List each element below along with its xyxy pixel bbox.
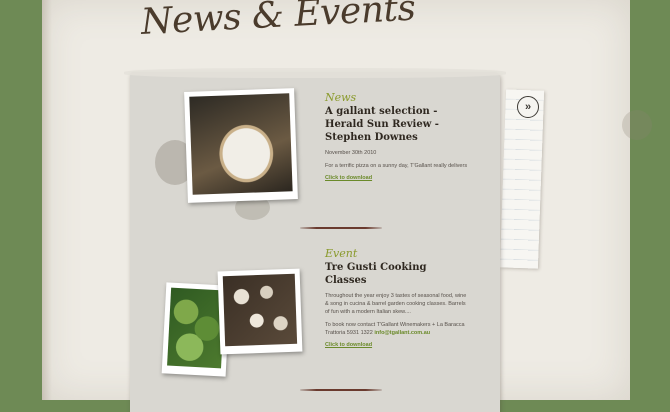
section-divider <box>300 389 382 391</box>
item-body: Throughout the year enjoy 3 tastes of se… <box>325 293 467 315</box>
item-date: November 30th 2010 <box>325 150 377 156</box>
download-link[interactable]: Click to download <box>325 342 470 348</box>
item-category: Event <box>325 247 358 260</box>
food-image <box>189 93 293 195</box>
news-item: News A gallant selection - Herald Sun Re… <box>325 91 470 181</box>
news-photo <box>184 88 298 203</box>
download-link[interactable]: Click to download <box>325 175 470 181</box>
event-item: Event Tre Gusti Cooking Classes Througho… <box>325 247 470 348</box>
item-category: News <box>325 91 357 104</box>
next-page-button[interactable]: » <box>517 96 539 118</box>
item-body: For a terrific pizza on a sunny day, T'G… <box>325 163 468 169</box>
item-title[interactable]: A gallant selection - Herald Sun Review … <box>325 105 470 144</box>
mushroom-image <box>222 273 298 347</box>
section-divider <box>300 227 382 229</box>
email-link[interactable]: info@tgallant.com.au <box>374 330 430 336</box>
chevron-double-right-icon: » <box>524 101 532 113</box>
item-contact: To book now contact T'Gallant Winemakers… <box>325 321 470 337</box>
item-title[interactable]: Tre Gusti Cooking Classes <box>325 261 470 287</box>
paper-stain <box>622 110 652 140</box>
herbs-image <box>167 287 226 369</box>
event-photo-mushrooms <box>217 268 303 355</box>
